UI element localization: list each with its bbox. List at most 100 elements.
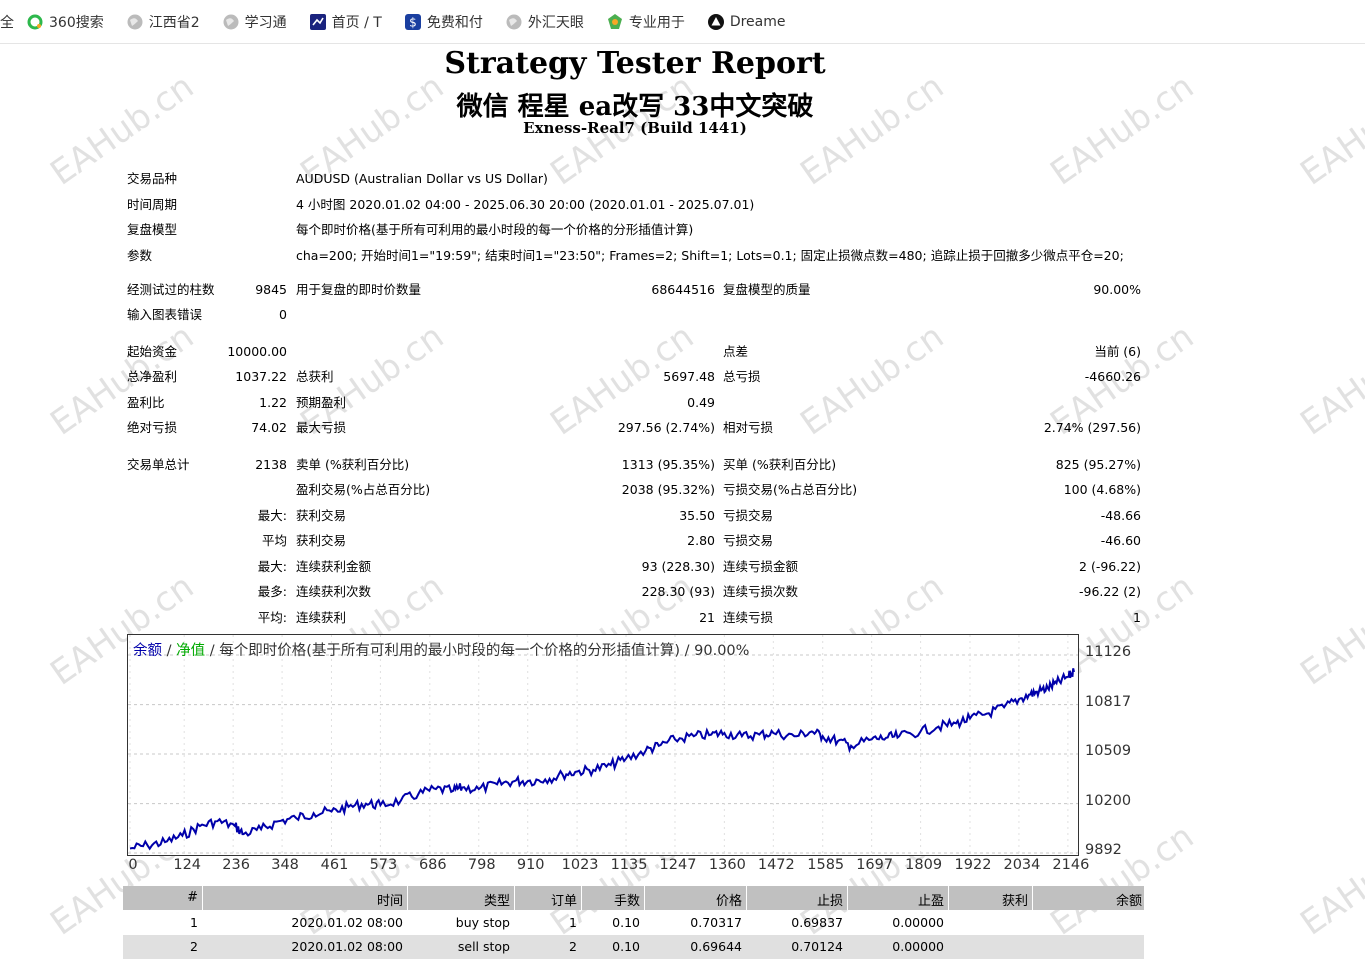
globe-icon — [222, 13, 245, 31]
bookmark-item[interactable]: 外汇天眼 — [505, 12, 584, 32]
bookmark-label: 学习通 — [244, 14, 287, 31]
x-tick-label: 236 — [222, 857, 250, 873]
trade-b-value: 1 — [1133, 610, 1141, 625]
loss-trades-value: 100 (4.68%) — [1063, 482, 1141, 497]
trade-b-label: 亏损交易 — [723, 508, 774, 523]
x-tick-label: 1247 — [659, 857, 697, 873]
errors-label: 输入图表错误 — [127, 307, 203, 322]
expected-payoff-label: 预期盈利 — [296, 395, 347, 410]
column-header: 类型 — [483, 894, 510, 909]
legend-separator: / — [162, 643, 177, 659]
setting-value: AUDUSD (Australian Dollar vs US Dollar) — [296, 171, 548, 186]
y-tick-label: 11126 — [1085, 644, 1132, 660]
trade-a-value: 35.50 — [679, 508, 715, 523]
profit-factor-label: 盈利比 — [127, 395, 165, 410]
bookmark-item[interactable]: 全 — [0, 12, 14, 32]
trade-a-label: 获利交易 — [296, 508, 347, 523]
x-tick-label: 910 — [516, 857, 545, 873]
trade-a-label: 连续获利次数 — [296, 584, 372, 599]
net-profit-label: 总净盈利 — [127, 369, 178, 384]
y-tick-label: 10817 — [1085, 693, 1132, 710]
trade-a-value: 2.80 — [687, 533, 715, 548]
column-header: 获利 — [1001, 894, 1028, 909]
x-tick-label: 1922 — [954, 857, 992, 873]
x-tick-label: 1585 — [807, 857, 845, 873]
balance-line — [129, 668, 1075, 851]
trade-prefix: 最大: — [257, 508, 287, 523]
win-trades-label: 盈利交易(%占总百分比) — [296, 482, 431, 497]
maps-icon — [606, 13, 629, 31]
bookmark-label: 360搜索 — [49, 14, 104, 31]
quality-label: 复盘模型的质量 — [723, 282, 811, 297]
setting-label: 参数 — [127, 248, 153, 263]
long-trades-label: 买单 (%获利百分比) — [723, 457, 837, 472]
chart-legend: 余额 / 净值 / 每个即时价格(基于所有可利用的最小时段的每一个价格的分形插值… — [133, 639, 749, 660]
trade-b-label: 连续亏损次数 — [723, 584, 799, 599]
trade-prefix: 平均: — [257, 610, 287, 625]
win-trades-value: 2038 (95.32%) — [621, 482, 715, 497]
setting-label: 复盘模型 — [127, 222, 178, 237]
bookmark-item[interactable]: Dreame — [707, 13, 786, 31]
trade-b-label: 连续亏损金额 — [723, 559, 799, 574]
watermark: EAHub.cn — [1293, 566, 1365, 694]
deposit-value: 10000.00 — [227, 344, 287, 359]
short-trades-label: 卖单 (%获利百分比) — [296, 457, 410, 472]
bookmark-item[interactable]: 学习通 — [222, 12, 287, 32]
chart-canvas — [128, 635, 1078, 855]
triangle-icon — [707, 13, 730, 31]
bookmark-label: 全 — [0, 14, 14, 31]
trade-b-value: -48.66 — [1100, 508, 1141, 523]
table-cell: 2020.01.02 08:00 — [291, 915, 403, 930]
rel-drawdown-label: 相对亏损 — [723, 420, 774, 435]
max-drawdown-label: 最大亏损 — [296, 420, 347, 435]
setting-label: 交易品种 — [127, 171, 178, 186]
trade-prefix: 平均 — [261, 533, 287, 548]
bookmark-item[interactable]: 专业用于 — [606, 12, 685, 32]
errors-value: 0 — [279, 307, 287, 322]
table-cell: 2020.01.02 08:00 — [291, 939, 403, 954]
bookmark-item[interactable]: $ 免费和付 — [404, 12, 483, 32]
table-cell: 0.10 — [612, 939, 640, 954]
profit-factor-value: 1.22 — [259, 395, 287, 410]
column-divider — [514, 886, 515, 910]
table-cell: 2 — [569, 939, 577, 954]
bars-label: 经测试过的柱数 — [127, 282, 215, 297]
x-tick-label: 686 — [418, 857, 447, 873]
max-drawdown-value: 297.56 (2.74%) — [617, 420, 715, 435]
trade-a-value: 93 (228.30) — [641, 559, 715, 574]
net-profit-value: 1037.22 — [235, 369, 287, 384]
total-trades-label: 交易单总计 — [127, 457, 190, 472]
table-cell: 0.70317 — [690, 915, 742, 930]
long-trades-value: 825 (95.27%) — [1055, 457, 1141, 472]
y-tick-label: 9892 — [1085, 842, 1122, 858]
table-cell: 0.00000 — [892, 915, 944, 930]
orders-table-header: # 时间 类型 订单 手数 价格 止损 止盈 获利 余额 — [123, 886, 1144, 910]
table-cell: sell stop — [457, 939, 510, 954]
x-tick-label: 573 — [369, 857, 398, 873]
column-divider — [581, 886, 582, 910]
x-tick-label: 1360 — [708, 857, 746, 873]
table-cell: 0.69837 — [791, 915, 843, 930]
column-divider — [1032, 886, 1033, 910]
expected-payoff-value: 0.49 — [687, 395, 715, 410]
bookmark-item[interactable]: 首页 / T — [309, 12, 382, 32]
bookmark-item[interactable]: 江西省2 — [126, 12, 200, 32]
trade-b-value: -46.60 — [1100, 533, 1141, 548]
table-cell: 2 — [190, 939, 198, 954]
x-tick-label: 124 — [173, 857, 202, 873]
gross-profit-value: 5697.48 — [663, 369, 715, 384]
column-header: 止盈 — [917, 894, 944, 909]
column-divider — [746, 886, 747, 910]
search-360-icon — [26, 13, 49, 31]
gross-loss-value: -4660.26 — [1084, 369, 1141, 384]
bookmark-label: Dreame — [729, 13, 786, 30]
watermark: EAHub.cn — [793, 316, 952, 444]
x-tick-label: 1135 — [610, 857, 648, 873]
bookmark-item[interactable]: 360搜索 — [26, 12, 104, 32]
legend-model: 每个即时价格(基于所有可利用的最小时段的每一个价格的分形插值计算) / 90.0… — [219, 643, 750, 659]
table-cell: 0.00000 — [892, 939, 944, 954]
column-header: 时间 — [376, 894, 403, 909]
abs-drawdown-label: 绝对亏损 — [127, 420, 178, 435]
globe-icon — [126, 13, 149, 31]
ticks-label: 用于复盘的即时价数量 — [296, 282, 422, 297]
